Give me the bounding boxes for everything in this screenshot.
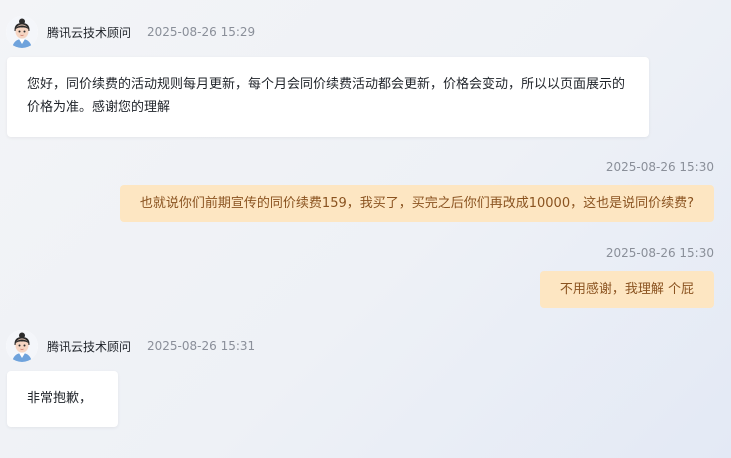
agent-name: 腾讯云技术顾问 <box>47 25 132 40</box>
message-text: 也就说你们前期宣传的同价续费159，我买了，买完之后你们再改成10000，这也是… <box>139 196 694 211</box>
agent-message-bubble: 非常抱歉， <box>7 371 118 427</box>
agent-name: 腾讯云技术顾问 <box>47 339 132 354</box>
chat-window: 腾讯云技术顾问 2025-08-26 15:29 您好，同价续费的活动规则每月更… <box>0 0 731 458</box>
user-message-bubble: 也就说你们前期宣传的同价续费159，我买了，买完之后你们再改成10000，这也是… <box>119 185 714 222</box>
message-timestamp: 2025-08-26 15:30 <box>605 246 714 260</box>
message-timestamp: 2025-08-26 15:30 <box>605 160 714 174</box>
message-text: 不用感谢，我理解 个屁 <box>559 282 694 297</box>
message-timestamp: 2025-08-26 15:31 <box>147 339 256 353</box>
message-timestamp: 2025-08-26 15:29 <box>147 25 256 39</box>
agent-message-header: 腾讯云技术顾问 2025-08-26 15:31 <box>6 330 255 362</box>
message-text: 非常抱歉， <box>27 391 93 406</box>
message-text: 您好，同价续费的活动规则每月更新，每个月会同价续费活动都会更新，价格会变动，所以… <box>27 77 626 115</box>
agent-message-header: 腾讯云技术顾问 2025-08-26 15:29 <box>6 16 255 48</box>
user-message-bubble: 不用感谢，我理解 个屁 <box>539 271 714 308</box>
agent-avatar-icon[interactable] <box>6 330 38 362</box>
agent-message-bubble: 您好，同价续费的活动规则每月更新，每个月会同价续费活动都会更新，价格会变动，所以… <box>7 57 649 137</box>
agent-avatar-icon[interactable] <box>6 16 38 48</box>
